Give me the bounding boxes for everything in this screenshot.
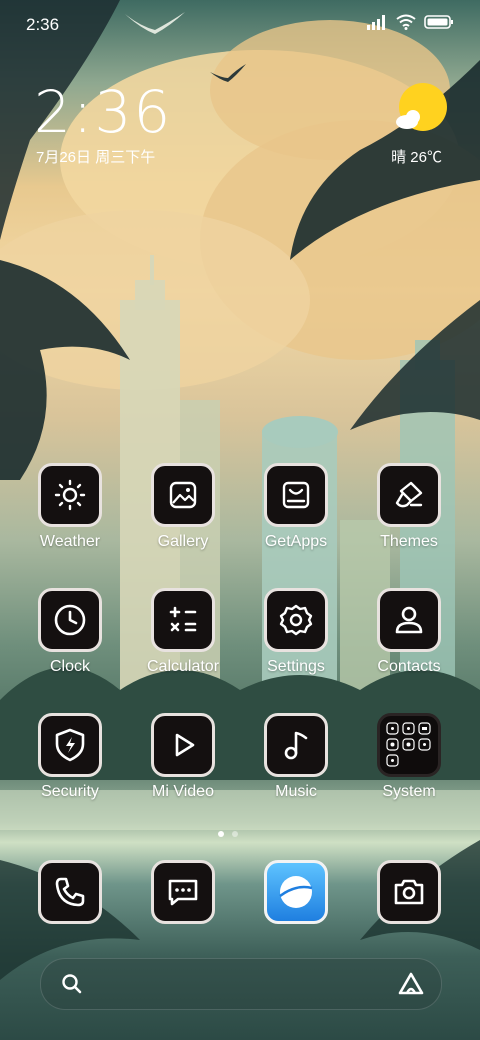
app-label: Clock bbox=[49, 658, 90, 675]
app-contacts[interactable]: Contacts bbox=[353, 588, 465, 698]
home-screen: 2:36 2:36 7月26日 周三下午 晴 26℃ Weather Galle… bbox=[0, 0, 480, 1040]
app-label: GetApps bbox=[264, 533, 328, 550]
app-tile[interactable] bbox=[38, 588, 102, 652]
app-tile[interactable] bbox=[264, 463, 328, 527]
page-dot[interactable] bbox=[232, 831, 238, 837]
app-tile[interactable] bbox=[264, 588, 328, 652]
clock-icon bbox=[54, 604, 86, 636]
app-label: Themes bbox=[380, 533, 438, 550]
app-calculator[interactable]: Calculator bbox=[127, 588, 239, 698]
app-tile[interactable] bbox=[264, 713, 328, 777]
app-music[interactable]: Music bbox=[240, 713, 352, 823]
sunny-weather-icon bbox=[396, 83, 447, 131]
app-tile[interactable] bbox=[264, 860, 328, 924]
app-tile[interactable] bbox=[151, 588, 215, 652]
app-label: Gallery bbox=[157, 533, 209, 550]
app-label: Weather bbox=[39, 533, 101, 550]
app-system-folder[interactable]: System bbox=[353, 713, 465, 823]
app-themes[interactable]: Themes bbox=[353, 463, 465, 573]
wifi-icon bbox=[396, 14, 416, 30]
image-icon bbox=[169, 481, 197, 509]
clock-widget-time[interactable]: 2:36 bbox=[34, 78, 172, 146]
dock-phone[interactable] bbox=[14, 860, 126, 970]
app-label: Calculator bbox=[146, 658, 220, 675]
dock-browser[interactable] bbox=[240, 860, 352, 970]
app-tile[interactable] bbox=[377, 463, 441, 527]
gear-icon bbox=[279, 604, 313, 636]
weather-widget[interactable]: 晴 26℃ bbox=[330, 80, 450, 170]
app-settings[interactable]: Settings bbox=[240, 588, 352, 698]
search-icon[interactable] bbox=[61, 973, 83, 995]
app-label: Contacts bbox=[377, 658, 441, 675]
folder-grid-icon bbox=[386, 722, 431, 767]
app-tile[interactable] bbox=[377, 588, 441, 652]
assistant-icon[interactable] bbox=[397, 971, 425, 997]
app-security[interactable]: Security bbox=[14, 713, 126, 823]
brush-icon bbox=[395, 481, 423, 508]
app-tile[interactable] bbox=[151, 860, 215, 924]
app-tile[interactable] bbox=[377, 713, 441, 777]
person-icon bbox=[395, 606, 423, 634]
camera-icon bbox=[394, 879, 424, 905]
music-note-icon bbox=[284, 731, 308, 760]
calculator-icon bbox=[169, 606, 197, 632]
signal-icon bbox=[367, 15, 385, 30]
clock-widget-date[interactable]: 7月26日 周三下午 bbox=[36, 146, 155, 167]
app-tile[interactable] bbox=[38, 713, 102, 777]
app-weather[interactable]: Weather bbox=[14, 463, 126, 573]
search-bar[interactable] bbox=[40, 958, 442, 1010]
shield-bolt-icon bbox=[55, 728, 85, 762]
page-indicator[interactable] bbox=[218, 831, 238, 837]
sun-icon bbox=[54, 479, 86, 511]
app-label: Settings bbox=[267, 658, 325, 675]
status-time: 2:36 bbox=[26, 15, 60, 34]
app-label: System bbox=[382, 783, 436, 800]
dock-camera[interactable] bbox=[353, 860, 465, 970]
app-gallery[interactable]: Gallery bbox=[127, 463, 239, 573]
app-tile[interactable] bbox=[377, 860, 441, 924]
app-mi-video[interactable]: Mi Video bbox=[127, 713, 239, 823]
browser-icon bbox=[279, 876, 313, 908]
app-label: Security bbox=[41, 783, 99, 800]
app-tile[interactable] bbox=[151, 713, 215, 777]
app-label: Mi Video bbox=[152, 783, 214, 800]
dock-messages[interactable] bbox=[127, 860, 239, 970]
app-clock[interactable]: Clock bbox=[14, 588, 126, 698]
app-tile[interactable] bbox=[38, 463, 102, 527]
battery-icon bbox=[424, 15, 453, 29]
play-icon bbox=[175, 733, 195, 757]
store-icon bbox=[282, 481, 310, 509]
message-icon bbox=[168, 879, 198, 906]
status-icons bbox=[366, 14, 454, 30]
app-getapps[interactable]: GetApps bbox=[240, 463, 352, 573]
app-label: Music bbox=[275, 783, 317, 800]
app-tile[interactable] bbox=[151, 463, 215, 527]
app-tile[interactable] bbox=[38, 860, 102, 924]
weather-temperature: 晴 26℃ bbox=[391, 149, 442, 166]
page-dot-active[interactable] bbox=[218, 831, 224, 837]
phone-icon bbox=[55, 877, 85, 907]
